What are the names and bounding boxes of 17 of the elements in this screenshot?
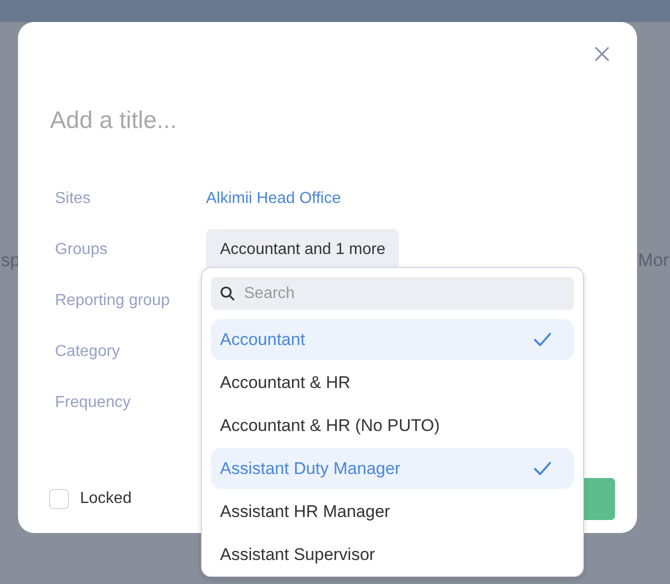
check-icon bbox=[533, 461, 552, 476]
check-icon bbox=[533, 332, 552, 347]
field-label: Sites bbox=[54, 190, 92, 208]
dropdown-option[interactable]: Accountant & HR (No PUTO) bbox=[211, 405, 574, 446]
locked-label: Locked bbox=[80, 490, 132, 508]
dropdown-option[interactable]: Assistant HR Manager bbox=[211, 491, 574, 532]
dropdown-option[interactable]: Assistant Supervisor bbox=[211, 534, 574, 575]
site-link[interactable]: Alkimii Head Office bbox=[206, 190, 341, 208]
dropdown-option[interactable]: Accountant & HR bbox=[211, 362, 574, 403]
search-field[interactable]: Search bbox=[211, 277, 574, 310]
field-label: Frequency bbox=[54, 394, 132, 412]
close-icon[interactable] bbox=[595, 47, 609, 61]
groups-select[interactable]: Accountant and 1 more bbox=[206, 228, 400, 270]
field-label: Groups bbox=[54, 240, 108, 258]
locked-checkbox[interactable] bbox=[49, 489, 69, 509]
field-label: Category bbox=[54, 342, 121, 360]
field-label: Reporting group bbox=[54, 292, 171, 310]
